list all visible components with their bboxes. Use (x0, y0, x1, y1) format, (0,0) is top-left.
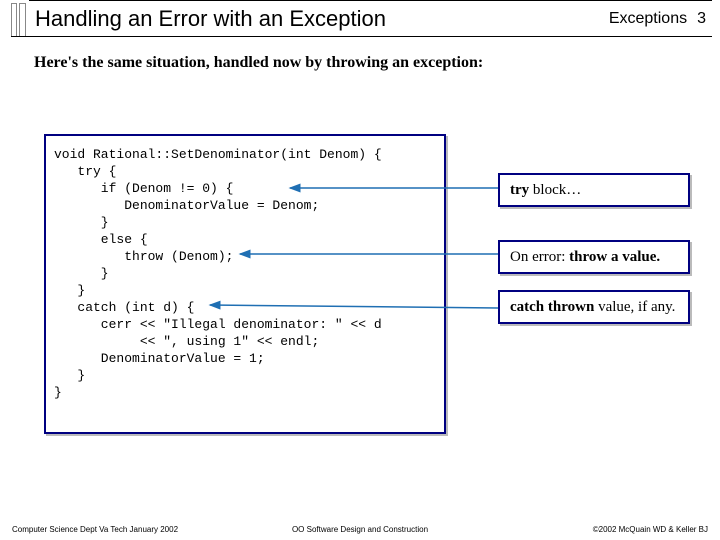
footer-center: OO Software Design and Construction (0, 525, 720, 534)
annotation-bold: catch thrown (510, 299, 594, 315)
page-title: Handling an Error with an Exception (35, 6, 609, 32)
annotation-text: value, if any. (594, 299, 675, 315)
annotation-catch: catch thrown value, if any. (498, 290, 690, 324)
code-box: void Rational::SetDenominator(int Denom)… (44, 134, 446, 434)
page-number: 3 (697, 10, 706, 28)
annotation-try-block: try block… (498, 173, 690, 207)
header-stripe (19, 3, 26, 36)
intro-text: Here's the same situation, handled now b… (34, 54, 483, 72)
annotation-text: block… (529, 182, 581, 198)
slide: Handling an Error with an Exception Exce… (0, 0, 720, 540)
header-stripe (11, 3, 17, 36)
header-underline (11, 36, 712, 37)
annotation-text: On error: (510, 249, 569, 265)
topic-label: Exceptions (609, 10, 687, 28)
footer: Computer Science Dept Va Tech January 20… (0, 525, 720, 534)
annotation-throw: On error: throw a value. (498, 240, 690, 274)
code-listing: void Rational::SetDenominator(int Denom)… (54, 146, 436, 401)
annotation-bold: try (510, 182, 529, 198)
annotation-bold: throw a value. (569, 249, 660, 265)
header: Handling an Error with an Exception Exce… (29, 0, 712, 37)
